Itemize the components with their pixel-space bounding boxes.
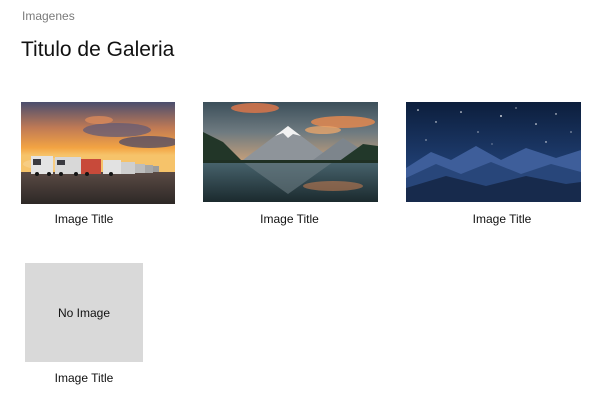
gallery-card-1[interactable]: Image Title: [21, 102, 175, 228]
page-title: Titulo de Galeria: [21, 38, 175, 61]
gallery-card-2[interactable]: Image Title: [203, 102, 378, 228]
image-title-1: Image Title: [54, 212, 114, 226]
breadcrumb[interactable]: Imagenes: [22, 9, 75, 23]
image-placeholder[interactable]: No Image: [25, 263, 143, 362]
night-mountains-image[interactable]: [406, 102, 581, 202]
sunset-trucks-image[interactable]: [21, 102, 175, 204]
image-title-2: Image Title: [260, 212, 319, 226]
gallery-card-3[interactable]: Image Title: [406, 102, 581, 228]
mountain-lake-image[interactable]: [203, 102, 378, 202]
image-title-4: Image Title: [54, 371, 114, 385]
no-image-label: No Image: [57, 305, 111, 320]
image-title-3: Image Title: [472, 212, 532, 226]
gallery-card-4[interactable]: No Image Image Title: [25, 263, 143, 389]
